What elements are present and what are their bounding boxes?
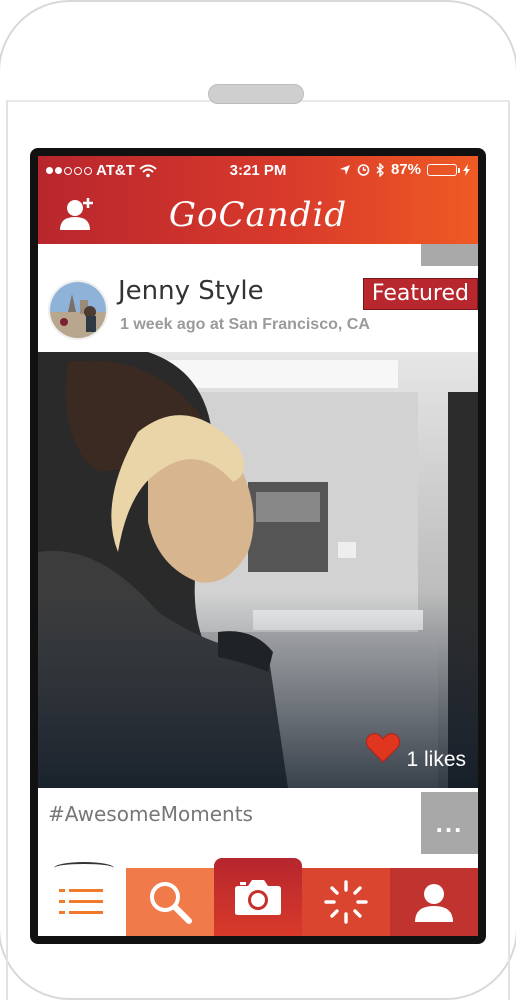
- post-username[interactable]: Jenny Style: [118, 276, 264, 306]
- charging-bolt-icon: [463, 163, 470, 176]
- post-header: Jenny Style 1 week ago at San Francisco,…: [38, 266, 478, 352]
- tab-profile[interactable]: [390, 868, 478, 936]
- location-arrow-icon: [339, 164, 350, 175]
- app-logo-title: GoCandid: [168, 195, 348, 235]
- battery-percent: 87%: [390, 161, 421, 178]
- list-icon: [59, 889, 103, 914]
- app-screen: AT&T 3:21 PM 87% GoCandid Jenny Style 1 …: [38, 156, 478, 936]
- bluetooth-icon: [376, 162, 384, 177]
- top-bar: AT&T 3:21 PM 87% GoCandid: [38, 156, 478, 244]
- featured-badge: Featured: [362, 278, 478, 310]
- status-bar: AT&T 3:21 PM 87%: [38, 156, 478, 186]
- feed: Jenny Style 1 week ago at San Francisco,…: [38, 244, 478, 868]
- heart-icon[interactable]: [365, 732, 401, 764]
- more-options-button[interactable]: ...: [421, 792, 478, 854]
- post-time-location: 1 week ago at San Francisco, CA: [120, 316, 370, 333]
- avatar[interactable]: [48, 280, 108, 340]
- post-caption-hashtag[interactable]: #AwesomeMoments: [48, 802, 253, 826]
- status-right: 87%: [339, 161, 470, 178]
- post-photo-image: [38, 352, 478, 788]
- camera-icon: [235, 880, 281, 915]
- likes-counter[interactable]: 1 likes: [365, 732, 466, 772]
- previous-post-more-tab[interactable]: [421, 244, 478, 266]
- post-photo[interactable]: 1 likes: [38, 352, 478, 788]
- tab-search[interactable]: [126, 868, 214, 936]
- tab-activity[interactable]: [302, 868, 390, 936]
- tab-feed[interactable]: [38, 868, 126, 936]
- phone-speaker: [208, 84, 304, 104]
- activity-icon: [324, 880, 368, 924]
- post-caption-row: #AwesomeMoments ...: [38, 788, 478, 868]
- tab-camera[interactable]: [214, 858, 302, 936]
- likes-label: 1 likes: [406, 748, 466, 771]
- battery-icon: [427, 163, 460, 176]
- alarm-icon: [357, 164, 370, 176]
- tab-bar: [38, 858, 478, 936]
- profile-icon: [415, 884, 453, 922]
- search-icon: [150, 882, 192, 924]
